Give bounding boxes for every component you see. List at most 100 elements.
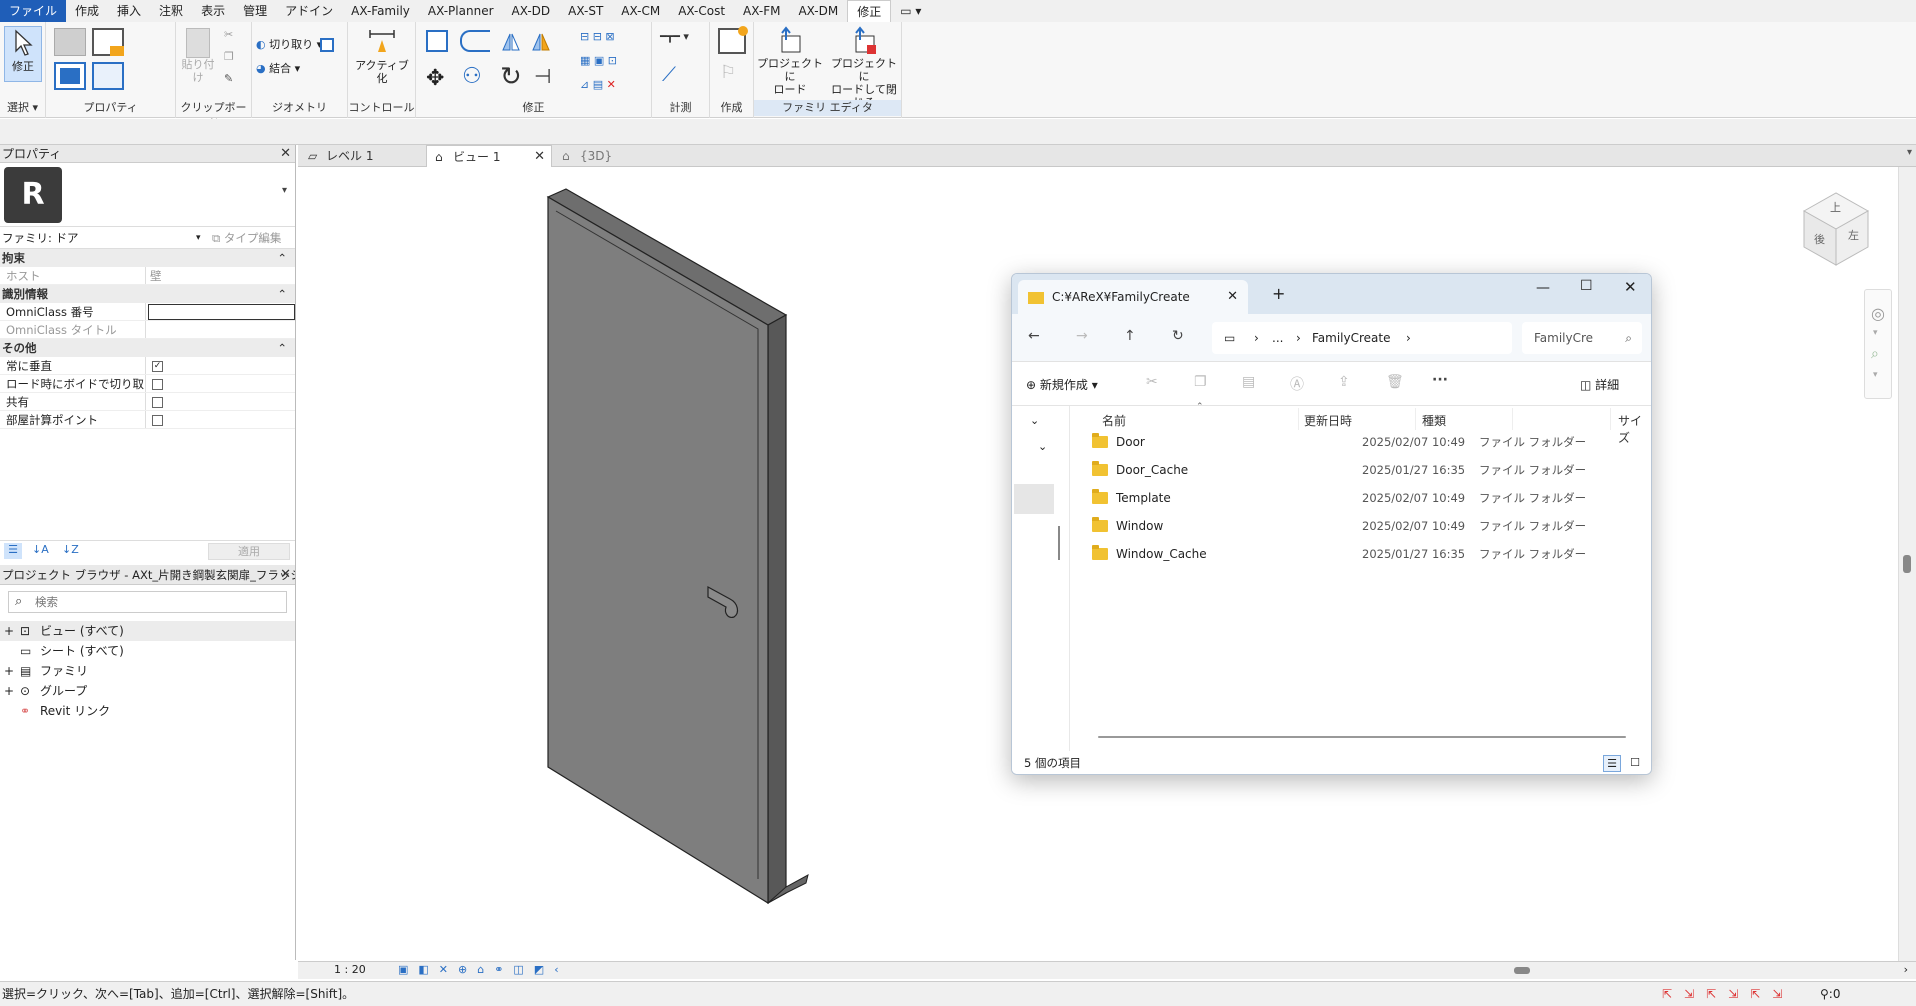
shared-checkbox[interactable] [152, 397, 163, 408]
new-button[interactable]: ⊕ 新規作成 ▾ [1026, 376, 1098, 393]
tab-ax-dd[interactable]: AX-DD [503, 0, 560, 22]
nav-scroll-thumb[interactable] [1058, 526, 1060, 560]
family-type-filter[interactable]: ファミリ: ドア ▾ ⧉ タイプ編集 [0, 227, 295, 249]
browser-search-input[interactable] [35, 594, 275, 610]
tab-file[interactable]: ファイル [0, 0, 67, 22]
vertical-scrollbar[interactable] [1898, 167, 1916, 961]
copy-clip-icon[interactable]: ❐ [224, 50, 234, 63]
close-icon[interactable]: ✕ [534, 146, 545, 168]
match-type-icon[interactable]: ✎ [224, 72, 233, 85]
horizontal-scrollbar[interactable] [1098, 736, 1626, 738]
always-vertical-checkbox[interactable]: ✓ [152, 361, 163, 372]
filter-icon[interactable]: ⚲:0 [1820, 982, 1840, 1006]
paste-button[interactable]: 貼り付け [180, 28, 216, 88]
cut-clip-icon[interactable]: ✂ [224, 28, 233, 41]
copy-icon[interactable]: ❐ [1194, 374, 1207, 390]
chevron-down-icon[interactable]: ▾ [1873, 370, 1878, 380]
sort-ascending-icon[interactable]: ↓A [32, 543, 49, 556]
chevron-down-icon[interactable]: ▾ [1873, 328, 1878, 338]
tree-item-views[interactable]: + ⊡ ビュー (すべて) [0, 621, 295, 641]
tab-ax-family[interactable]: AX-Family [342, 0, 419, 22]
column-date[interactable]: 更新日時 [1304, 412, 1352, 429]
minimize-icon[interactable]: — [1536, 280, 1550, 296]
dimension-icon[interactable]: ⟋ [662, 62, 676, 86]
back-icon[interactable]: ← [1028, 328, 1040, 344]
view-tab-level-1[interactable]: ▱ レベル 1 [300, 145, 426, 167]
tree-item-sheets[interactable]: ▭ シート (すべて) [0, 641, 295, 661]
horizontal-scroll-thumb[interactable] [1514, 967, 1530, 974]
maximize-icon[interactable]: ☐ [1580, 278, 1593, 294]
tab-modify[interactable]: 修正 [847, 0, 892, 22]
scroll-thumb[interactable] [1903, 555, 1911, 573]
new-tab-icon[interactable]: + [1272, 284, 1285, 303]
delete-icon[interactable]: 🗑 [1386, 374, 1404, 390]
forward-icon[interactable]: → [1076, 328, 1088, 344]
browser-search[interactable]: ⌕ [8, 591, 287, 613]
expand-icon[interactable]: + [4, 681, 14, 701]
file-row[interactable]: Window_Cache 2025/01/27 16:35 ファイル フォルダー [1070, 540, 1651, 568]
share-icon[interactable]: ⇪ [1338, 374, 1350, 390]
close-tab-icon[interactable]: ✕ [1227, 280, 1238, 314]
tree-item-revit-links[interactable]: ⚭ Revit リンク [0, 701, 295, 721]
category-constraints[interactable]: 拘束 ⌃ [0, 249, 295, 267]
column-type[interactable]: 種類 [1422, 412, 1446, 429]
paint-icon[interactable] [320, 38, 334, 52]
chevron-down-icon[interactable]: ⌄ [1038, 440, 1047, 453]
omniclass-number-input[interactable] [148, 304, 295, 320]
tab-create[interactable]: 作成 [66, 0, 108, 22]
close-icon[interactable]: ✕ [280, 145, 291, 163]
sort-descending-icon[interactable]: ↓Z [62, 543, 79, 556]
category-other[interactable]: その他 ⌃ [0, 339, 295, 357]
cut-geometry-button[interactable]: ◐ 切り取り ▾ [256, 36, 322, 52]
rotate-icon[interactable]: ↻ [500, 62, 522, 92]
trim-extend-icon[interactable]: ⊣ [534, 64, 551, 88]
tab-addins[interactable]: アドイン [276, 0, 342, 22]
explorer-tab[interactable]: C:¥AReX¥FamilyCreate ✕ [1018, 280, 1248, 314]
chevron-down-icon[interactable]: ⌄ [1030, 414, 1039, 427]
categorized-icon[interactable]: ☰ [4, 543, 22, 559]
selection-filter-icons[interactable]: ⇱⇲⇱⇲⇱⇲ [1662, 982, 1794, 1006]
type-selector[interactable]: R ▾ [0, 163, 295, 227]
zoom-icon[interactable]: ⌕ [1871, 346, 1879, 362]
more-options-icon[interactable]: ··· [1432, 372, 1448, 388]
details-view-icon[interactable]: ☰ [1603, 755, 1621, 772]
tiles-view-icon[interactable]: ☐ [1626, 755, 1644, 772]
rename-icon[interactable]: Ⓐ [1290, 374, 1304, 394]
delete-icon[interactable]: ✕ [607, 78, 616, 91]
category-identity[interactable]: 識別情報 ⌃ [0, 285, 295, 303]
breadcrumb-current[interactable]: FamilyCreate [1312, 322, 1391, 354]
up-icon[interactable]: ↑ [1124, 328, 1136, 344]
expand-icon[interactable]: + [4, 621, 14, 641]
create-similar-icon[interactable] [718, 26, 748, 54]
column-name[interactable]: 名前 [1102, 412, 1126, 429]
measure-icon[interactable]: ━┳━ ▾ [660, 30, 689, 43]
family-types-icon[interactable] [92, 28, 124, 56]
paste-icon[interactable]: ▤ [1242, 374, 1255, 390]
scroll-right-icon[interactable]: › [1904, 963, 1908, 976]
steering-wheel-icon[interactable]: ◎ [1871, 304, 1885, 323]
tab-extra-dropdown[interactable]: ▭ ▾ [891, 0, 930, 22]
mirror-axis-icon[interactable] [500, 30, 522, 52]
selected-nav-item[interactable] [1014, 484, 1054, 514]
copy-icon[interactable]: ⚇ [462, 64, 482, 89]
breadcrumb-more[interactable]: ... [1272, 322, 1283, 354]
file-row[interactable]: Door 2025/02/07 10:49 ファイル フォルダー [1070, 428, 1651, 456]
array-icon[interactable]: ▦ ▣ ⊡ [580, 54, 617, 67]
view-scale[interactable]: 1 : 20 [334, 963, 366, 976]
tab-annotate[interactable]: 注釈 [150, 0, 192, 22]
tab-ax-st[interactable]: AX-ST [559, 0, 612, 22]
room-point-checkbox[interactable] [152, 415, 163, 426]
tab-list-icon[interactable]: ▾ [1907, 147, 1912, 158]
address-bar[interactable]: ▭ › ... › FamilyCreate › [1212, 322, 1512, 354]
edit-type-button[interactable]: ⧉ タイプ編集 [212, 227, 281, 249]
tab-view[interactable]: 表示 [192, 0, 234, 22]
file-row[interactable]: Window 2025/02/07 10:49 ファイル フォルダー [1070, 512, 1651, 540]
move-icon[interactable]: ✥ [426, 66, 444, 91]
align-icon[interactable] [426, 30, 448, 52]
create-group-icon[interactable]: ⚐ [720, 62, 744, 86]
details-button[interactable]: ◫ 詳細 [1580, 376, 1619, 393]
tab-manage[interactable]: 管理 [234, 0, 276, 22]
tree-item-groups[interactable]: + ⊙ グループ [0, 681, 295, 701]
tab-insert[interactable]: 挿入 [108, 0, 150, 22]
mirror-draw-icon[interactable] [530, 30, 552, 52]
